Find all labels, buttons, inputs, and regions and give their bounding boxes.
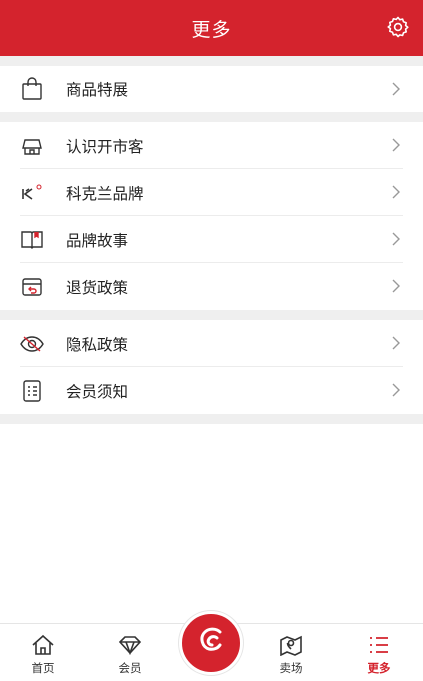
diamond-icon [117,632,143,658]
menu-item-privacy-policy[interactable]: 隐私政策 [0,320,423,367]
menu-list: 商品特展 认识开市客 科克兰品牌 品牌故事 退货政策 隐私政策 会员须知 [0,56,423,424]
gear-icon[interactable] [385,14,411,40]
section-gap [0,56,423,66]
menu-item-label: 科克兰品牌 [66,184,144,203]
tab-label: 卖场 [279,661,303,675]
chevron-right-icon [392,383,400,397]
menu-item-label: 隐私政策 [66,335,129,354]
kirkland-logo-icon [20,181,44,205]
tab-member[interactable]: 会员 [100,632,160,680]
costco-logo-icon [192,622,230,664]
chevron-right-icon [392,185,400,199]
more-screen: 更多 商品特展 认识开市客 科克兰品牌 品牌故事 退货政策 隐私政策 会员须知 … [0,0,423,681]
menu-item-return-policy[interactable]: 退货政策 [0,263,423,310]
home-icon [30,632,56,658]
chevron-right-icon [392,82,400,96]
menu-item-label: 商品特展 [66,81,129,99]
tab-label: 会员 [118,661,142,675]
center-logo-button[interactable] [179,611,243,675]
top-bar: 更多 [0,0,423,56]
section-gap [0,414,423,424]
return-box-icon [20,275,44,299]
tab-home[interactable]: 首页 [13,632,73,680]
chevron-right-icon [392,232,400,246]
checklist-icon [20,379,44,403]
shopping-bag-icon [20,77,44,101]
menu-group-3: 隐私政策 会员须知 [0,320,423,414]
menu-item-about-costco[interactable]: 认识开市客 [0,122,423,169]
menu-item-label: 退货政策 [66,278,129,297]
chevron-right-icon [392,279,400,293]
menu-item-product-exhibition[interactable]: 商品特展 [0,66,423,112]
list-icon [366,632,392,658]
menu-item-member-notice[interactable]: 会员须知 [0,367,423,414]
section-gap [0,112,423,122]
eye-off-icon [20,332,44,356]
section-gap [0,310,423,320]
tab-warehouse[interactable]: 卖场 [261,632,321,680]
map-pin-icon [278,632,304,658]
menu-item-label: 会员须知 [66,382,129,401]
menu-group-2: 认识开市客 科克兰品牌 品牌故事 退货政策 [0,122,423,310]
menu-item-kirkland-brand[interactable]: 科克兰品牌 [0,169,423,216]
menu-item-label: 认识开市客 [66,137,144,156]
menu-item-brand-story[interactable]: 品牌故事 [0,216,423,263]
tab-more[interactable]: 更多 [349,632,409,680]
page-title: 更多 [191,18,232,41]
menu-item-label: 品牌故事 [66,231,129,250]
book-icon [20,228,44,252]
menu-group-1: 商品特展 [0,66,423,112]
store-icon [20,134,44,158]
tab-label: 首页 [31,661,55,675]
chevron-right-icon [392,336,400,350]
tab-label: 更多 [367,661,391,675]
chevron-right-icon [392,138,400,152]
